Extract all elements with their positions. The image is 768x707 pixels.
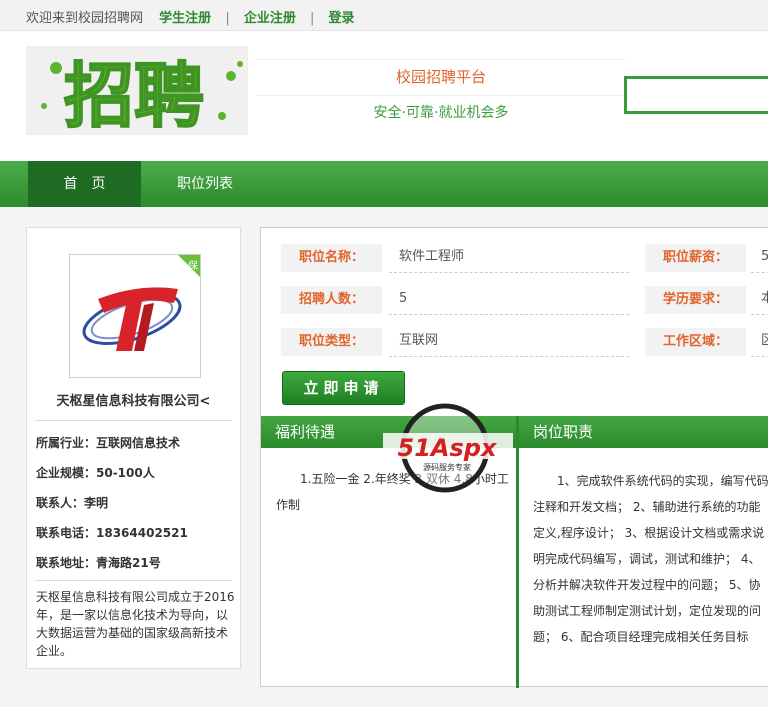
education-label: 学历要求： bbox=[645, 286, 746, 314]
duties-text: 1、完成软件系统代码的实现，编写代码注释和开发文档； 2、辅助进行系统的功能定义… bbox=[533, 474, 768, 644]
separator: | bbox=[310, 11, 315, 26]
divider bbox=[516, 416, 519, 688]
logo-text: 招聘 bbox=[64, 55, 204, 135]
watermark-brand: 51Aspx bbox=[398, 434, 498, 462]
verified-badge: 保 bbox=[188, 259, 198, 272]
company-card: 保 天枢星信息科技有限公司< 所属行业：互联网信息技术 企业规模：50-100人… bbox=[26, 227, 241, 669]
education-value: 本 bbox=[751, 285, 768, 315]
headcount-label: 招聘人数： bbox=[281, 286, 382, 314]
watermark-tagline: 源码服务专家 bbox=[423, 462, 471, 472]
duties-header: 岗位职责 bbox=[519, 416, 768, 448]
slogan-title: 校园招聘平台 bbox=[395, 68, 486, 86]
nav-item-job-list[interactable]: 职位列表 bbox=[160, 161, 250, 207]
headcount-value: 5 bbox=[389, 285, 629, 315]
logo-graphic: 招聘 bbox=[26, 46, 248, 135]
divider bbox=[35, 580, 232, 581]
search-input[interactable] bbox=[624, 76, 768, 114]
salary-label: 职位薪资： bbox=[645, 244, 746, 272]
company-description: 天枢星信息科技有限公司成立于2016年，是一家以信息化技术为导向，以大数据运营为… bbox=[36, 590, 235, 658]
nav-item-home[interactable]: 首 页 bbox=[28, 161, 141, 207]
divider bbox=[256, 95, 626, 96]
login-link[interactable]: 登录 bbox=[329, 11, 355, 26]
company-logo[interactable]: 保 bbox=[69, 254, 201, 378]
job-type-value: 互联网 bbox=[389, 327, 629, 357]
company-industry: 所属行业：互联网信息技术 bbox=[36, 436, 181, 450]
company-register-link[interactable]: 企业注册 bbox=[244, 11, 296, 26]
company-phone: 联系电话：18364402521 bbox=[36, 526, 188, 540]
company-contact: 联系人：李明 bbox=[36, 496, 109, 510]
site-header: 招聘 校园招聘平台 安全·可靠·就业机会多 bbox=[0, 31, 768, 161]
top-bar: 欢迎来到校园招聘网 学生注册 | 企业注册 | 登录 bbox=[0, 0, 768, 31]
salary-value: 5 bbox=[751, 243, 768, 273]
job-detail-panel: 职位名称： 软件工程师 职位薪资： 5 招聘人数： 5 学历要求： 本 职位类型… bbox=[260, 227, 768, 688]
job-type-label: 职位类型： bbox=[281, 328, 382, 356]
separator: | bbox=[225, 11, 230, 26]
apply-button[interactable]: 立即申请 bbox=[282, 371, 405, 405]
slogan-subtitle: 安全·可靠·就业机会多 bbox=[373, 105, 509, 121]
work-area-label: 工作区域： bbox=[645, 328, 746, 356]
watermark-graphic: 51Aspx 源码服务专家 bbox=[383, 403, 513, 493]
divider bbox=[35, 420, 232, 421]
site-logo[interactable]: 招聘 bbox=[26, 46, 248, 135]
company-logo-graphic: 保 bbox=[82, 255, 200, 351]
company-name: 天枢星信息科技有限公司< bbox=[56, 394, 211, 409]
company-address: 联系地址：青海路21号 bbox=[36, 556, 161, 570]
top-bar-links: 欢迎来到校园招聘网 学生注册 | 企业注册 | 登录 bbox=[26, 7, 355, 26]
student-register-link[interactable]: 学生注册 bbox=[159, 11, 211, 26]
company-scale: 企业规模：50-100人 bbox=[36, 466, 155, 480]
main-nav: 首 页 职位列表 bbox=[0, 161, 768, 207]
job-name-value: 软件工程师 bbox=[389, 243, 629, 273]
watermark-logo: 51Aspx 源码服务专家 bbox=[383, 402, 513, 494]
work-area-value: 区 bbox=[751, 327, 768, 357]
slogan-area: 校园招聘平台 安全·可靠·就业机会多 bbox=[256, 59, 626, 129]
job-name-label: 职位名称： bbox=[281, 244, 382, 272]
welcome-text: 欢迎来到校园招聘网 bbox=[26, 11, 144, 26]
